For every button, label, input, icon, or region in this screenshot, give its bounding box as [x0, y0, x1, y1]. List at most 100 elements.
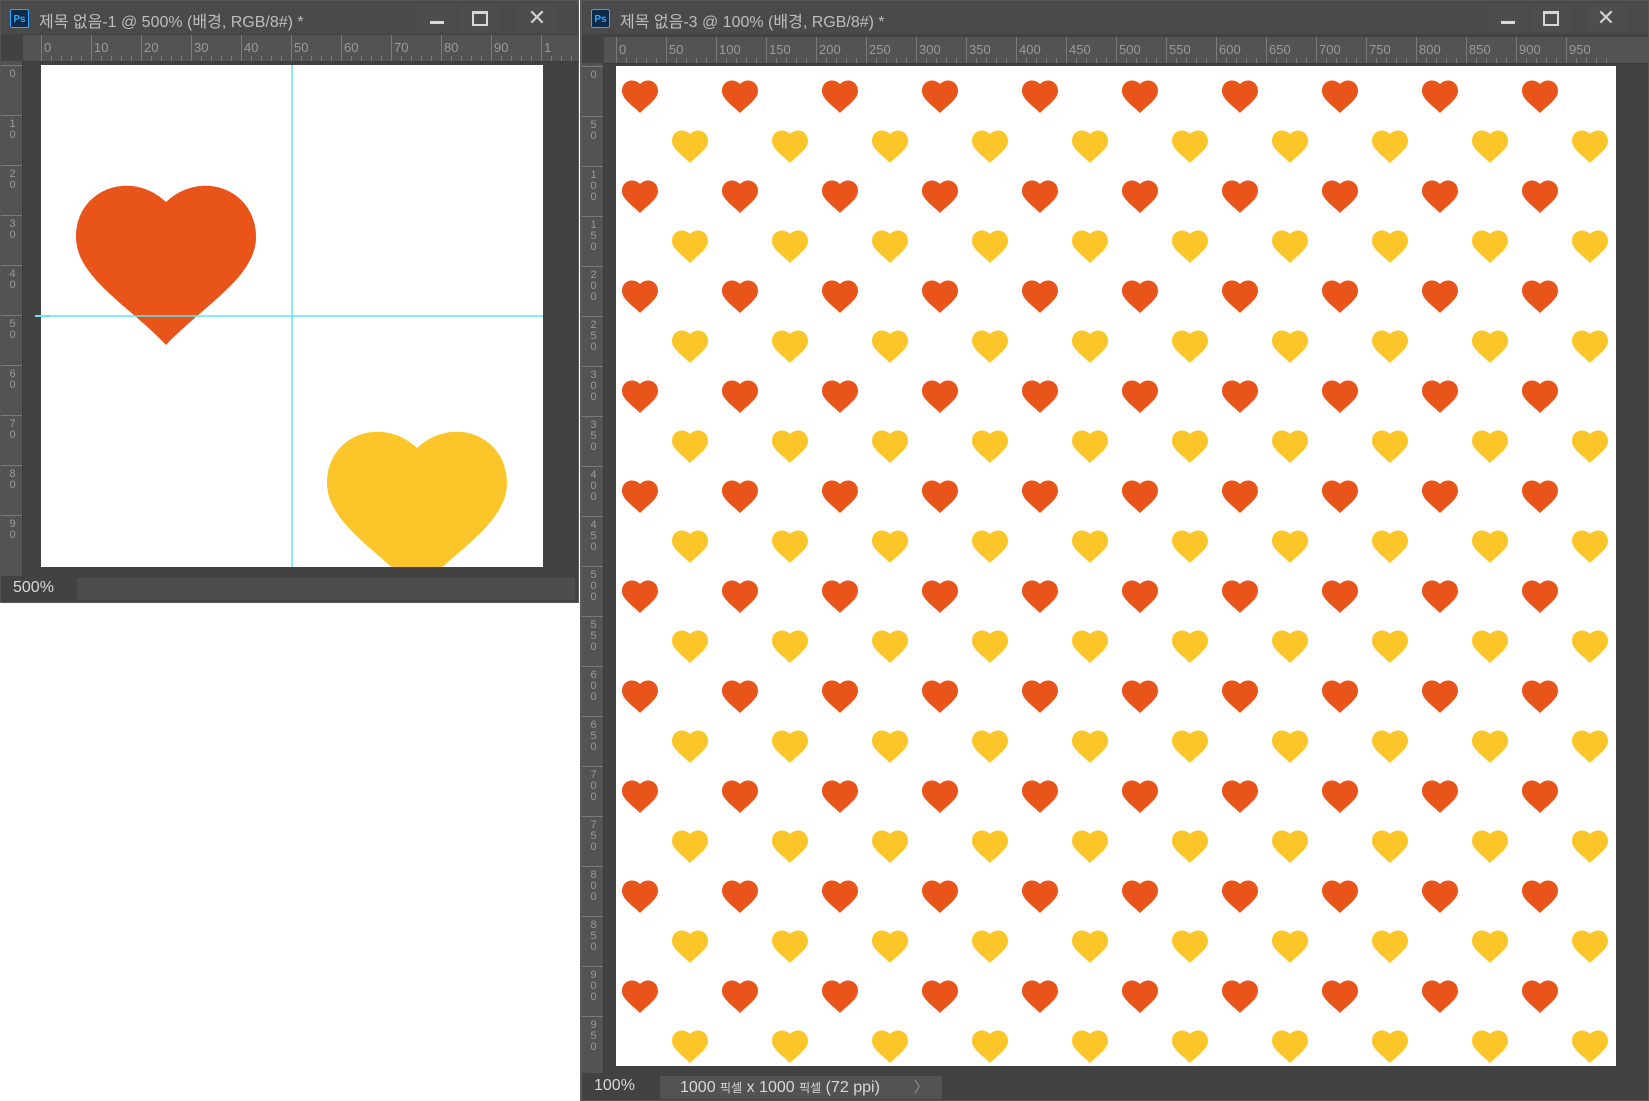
chevron-right-icon[interactable]: 〉 — [914, 1076, 928, 1099]
ruler-label: 200 — [819, 42, 841, 57]
maximize-button[interactable] — [459, 4, 499, 32]
heart-pattern — [622, 80, 1608, 1063]
ruler-minor-tick — [1376, 58, 1377, 63]
ruler-minor-tick — [301, 56, 302, 61]
orange-heart-tile — [722, 780, 758, 813]
ruler-tick — [1566, 37, 1567, 63]
orange-heart-tile — [822, 980, 858, 1013]
ruler-tick — [582, 916, 603, 917]
canvas[interactable] — [41, 65, 543, 567]
ruler-minor-tick — [926, 58, 927, 63]
document-size-info[interactable]: 1000 픽셀 x 1000 픽셀 (72 ppi) 〉 — [660, 1076, 942, 1099]
ruler-tick — [766, 37, 767, 63]
ruler-label: 400 — [590, 469, 597, 503]
orange-heart-tile — [822, 180, 858, 213]
ruler-minor-tick — [1006, 58, 1007, 63]
minimize-button[interactable] — [417, 4, 457, 32]
ruler-label: 90 — [9, 518, 16, 541]
yellow-heart-tile — [772, 630, 808, 663]
ruler-minor-tick — [1346, 58, 1347, 63]
vertical-ruler[interactable]: 0 10 20 30 40 50 60 70 80 90 — [1, 61, 23, 577]
horizontal-ruler[interactable]: 0 10 20 30 40 50 60 70 80 90 1 — [23, 35, 578, 62]
yellow-heart-tile — [1172, 930, 1208, 963]
yellow-heart-tile — [1372, 1030, 1408, 1063]
ruler-label: 750 — [1369, 42, 1391, 57]
ruler-tick — [341, 35, 342, 61]
ruler-minor-tick — [1496, 58, 1497, 63]
yellow-heart-tile — [1072, 230, 1108, 263]
orange-heart-tile — [822, 80, 858, 113]
ruler-minor-tick — [1226, 58, 1227, 63]
yellow-heart-tile — [1172, 1030, 1208, 1063]
yellow-heart-tile — [1372, 230, 1408, 263]
ruler-minor-tick — [1576, 58, 1577, 63]
ruler-minor-tick — [1156, 58, 1157, 63]
yellow-heart-tile — [1372, 730, 1408, 763]
ruler-label: 250 — [869, 42, 891, 57]
orange-heart-tile — [1122, 580, 1158, 613]
ruler-tick — [582, 66, 603, 67]
zoom-level[interactable]: 100% — [594, 1077, 635, 1095]
document-window-1[interactable]: Ps 제목 없음-1 @ 500% (배경, RGB/8#) * ✕ 0 10 20… — [0, 0, 579, 603]
yellow-heart-tile — [1572, 330, 1608, 363]
title-bar[interactable]: Ps 제목 없음-3 @ 100% (배경, RGB/8#) * ✕ — [582, 1, 1648, 34]
ruler-minor-tick — [1026, 58, 1027, 63]
ruler-minor-tick — [101, 56, 102, 61]
ruler-minor-tick — [481, 56, 482, 61]
ruler-tick — [866, 37, 867, 63]
ruler-label: 200 — [590, 269, 597, 303]
minimize-button[interactable] — [1488, 4, 1528, 32]
orange-heart-tile — [1222, 980, 1258, 1013]
ruler-minor-tick — [421, 56, 422, 61]
orange-heart-tile — [1522, 780, 1558, 813]
yellow-heart-tile — [1472, 1030, 1508, 1063]
close-button[interactable]: ✕ — [1586, 4, 1626, 32]
yellow-heart-tile — [1272, 430, 1308, 463]
vertical-ruler[interactable]: 0 50 100 150 200 250 300 350 400 450 500 550 600 650 7… — [582, 63, 604, 1073]
ruler-minor-tick — [1286, 58, 1287, 63]
ruler-minor-tick — [646, 58, 647, 63]
title-bar[interactable]: Ps 제목 없음-1 @ 500% (배경, RGB/8#) * ✕ — [1, 1, 578, 34]
ruler-label: 500 — [590, 569, 597, 603]
zoom-level[interactable]: 500% — [13, 579, 54, 597]
orange-heart-tile — [1522, 580, 1558, 613]
maximize-button[interactable] — [1530, 4, 1570, 32]
ruler-minor-tick — [1246, 58, 1247, 63]
ruler-tick — [582, 866, 603, 867]
horizontal-ruler[interactable]: 0 50 100 150 200 250 300 350 400 450 500 550 600 650 7… — [604, 37, 1648, 64]
document-window-3[interactable]: Ps 제목 없음-3 @ 100% (배경, RGB/8#) * ✕ 0 50 10… — [580, 0, 1649, 1101]
yellow-heart-tile — [1172, 530, 1208, 563]
ruler-tick — [582, 116, 603, 117]
ruler-label: 350 — [590, 419, 597, 453]
ruler-label: 150 — [769, 42, 791, 57]
ruler-minor-tick — [1176, 58, 1177, 63]
orange-heart-tile — [1122, 780, 1158, 813]
orange-heart-tile — [822, 480, 858, 513]
orange-heart-tile — [1122, 380, 1158, 413]
yellow-heart-tile — [872, 930, 908, 963]
ruler-label: 450 — [1069, 42, 1091, 57]
ruler-minor-tick — [1306, 58, 1307, 63]
ruler-tick — [1216, 37, 1217, 63]
yellow-heart-tile — [972, 930, 1008, 963]
canvas[interactable] — [616, 66, 1616, 1066]
ruler-label: 800 — [590, 869, 597, 903]
ruler-minor-tick — [886, 58, 887, 63]
ruler-minor-tick — [1476, 58, 1477, 63]
ruler-minor-tick — [1386, 58, 1387, 63]
ruler-minor-tick — [1136, 58, 1137, 63]
orange-heart-tile — [1422, 880, 1458, 913]
close-button[interactable]: ✕ — [517, 4, 557, 32]
orange-heart-tile — [1222, 680, 1258, 713]
guide-extension — [35, 315, 50, 317]
orange-heart-tile — [622, 280, 658, 313]
ruler-minor-tick — [561, 56, 562, 61]
ruler-minor-tick — [1056, 58, 1057, 63]
ruler-minor-tick — [846, 58, 847, 63]
ruler-minor-tick — [856, 58, 857, 63]
ruler-minor-tick — [151, 56, 152, 61]
ruler-label: 900 — [590, 969, 597, 1003]
orange-heart-tile — [722, 80, 758, 113]
yellow-heart-tile — [1272, 930, 1308, 963]
orange-heart-tile — [1022, 480, 1058, 513]
